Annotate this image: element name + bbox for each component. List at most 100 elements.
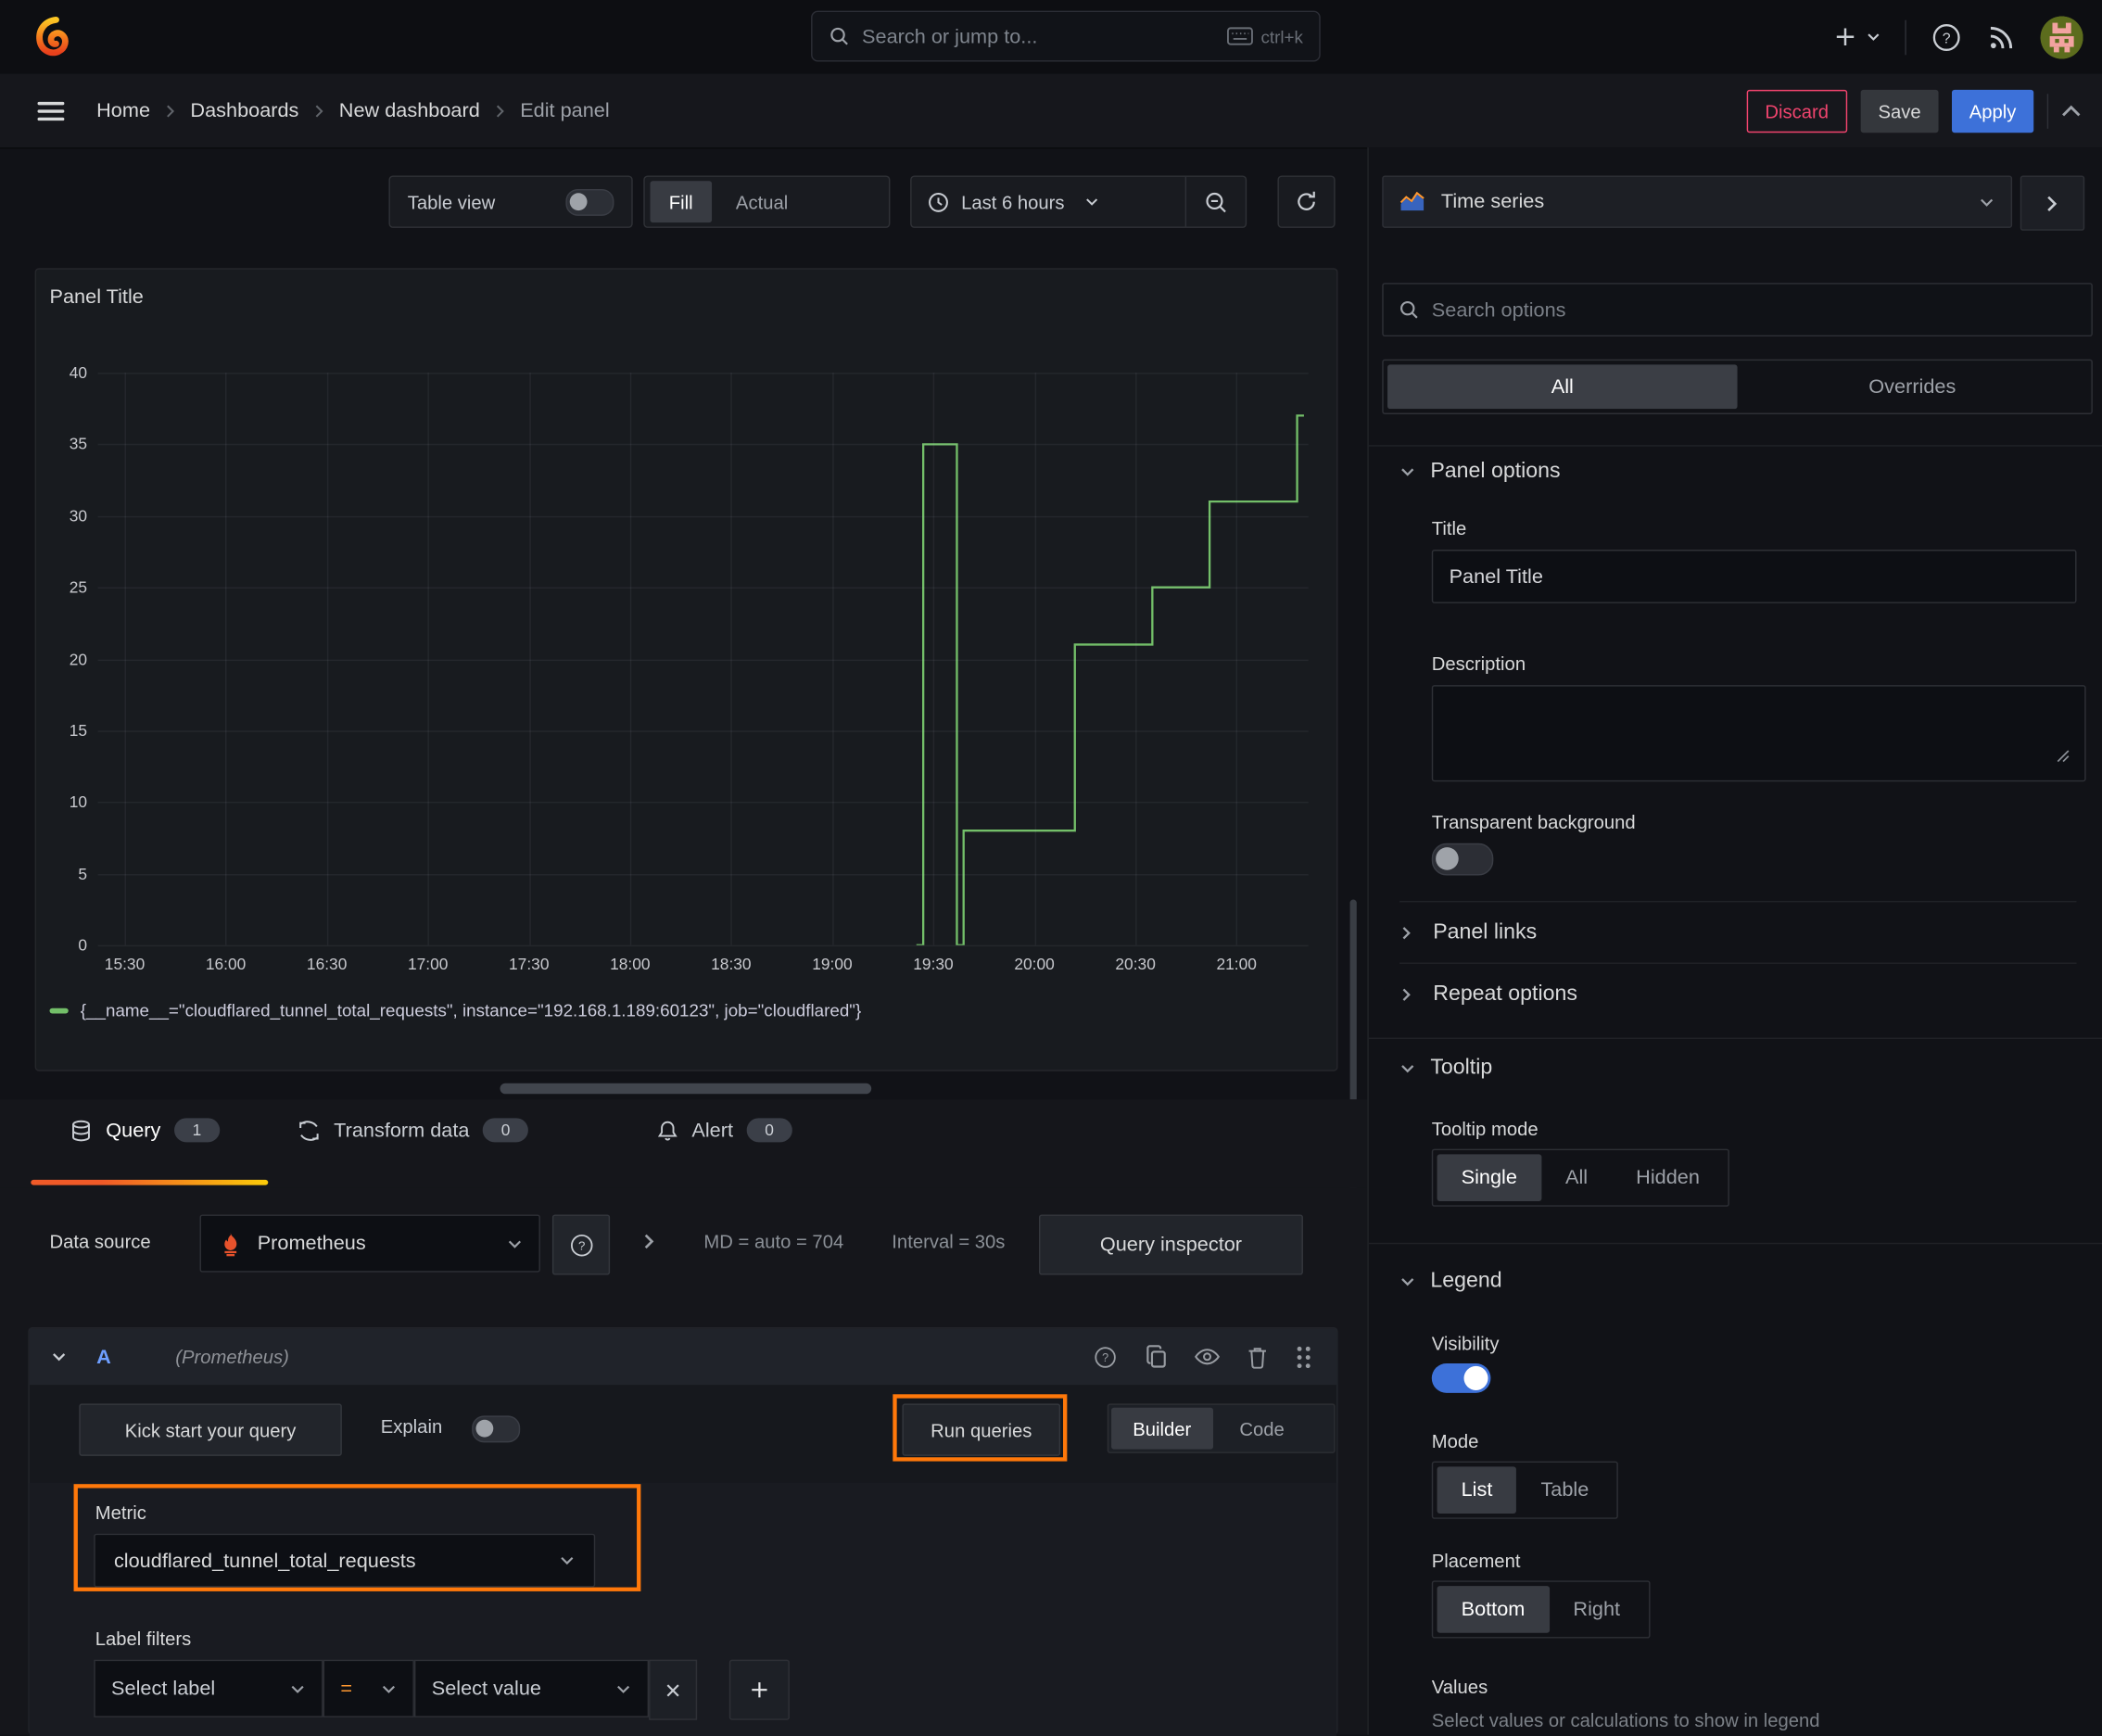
breadcrumb-separator-icon [496, 104, 504, 117]
tab-query[interactable]: Query 1 [70, 1118, 221, 1143]
interval: Interval = 30s [892, 1230, 1006, 1252]
duplicate-query-button[interactable] [1145, 1345, 1168, 1369]
time-range-picker[interactable]: Last 6 hours [912, 191, 1185, 212]
drag-query-handle[interactable] [1295, 1344, 1312, 1369]
chevron-down-icon [382, 1685, 396, 1693]
save-button[interactable]: Save [1860, 89, 1939, 133]
fill-option[interactable]: Fill [650, 181, 712, 223]
tab-overrides[interactable]: Overrides [1738, 364, 2088, 409]
legend-table-option[interactable]: Table [1516, 1466, 1613, 1514]
refresh-button[interactable] [1277, 175, 1336, 228]
grid-line [831, 373, 834, 945]
tab-transform-data[interactable]: Transform data 0 [298, 1118, 529, 1143]
chevron-right-icon [1402, 988, 1411, 1001]
grid-line [528, 373, 531, 945]
grid-line [97, 444, 1309, 446]
legend-visibility-toggle[interactable] [1431, 1363, 1491, 1393]
visualization-picker[interactable]: Time series [1382, 175, 2013, 228]
chevron-down-icon[interactable] [51, 1349, 67, 1364]
operator-dropdown[interactable]: = [323, 1659, 414, 1717]
grafana-logo[interactable] [30, 14, 75, 59]
query-row-header[interactable]: A (Prometheus) ? [29, 1328, 1337, 1386]
user-avatar[interactable] [2040, 15, 2083, 58]
description-textarea[interactable] [1431, 685, 2086, 782]
add-new-button[interactable] [1834, 25, 1881, 48]
grid-line [97, 515, 1309, 517]
builder-option[interactable]: Builder [1111, 1407, 1213, 1450]
breadcrumb-new-dashboard[interactable]: New dashboard [339, 99, 480, 122]
chevron-down-icon [508, 1239, 521, 1248]
datasource-picker[interactable]: Prometheus [199, 1214, 540, 1273]
legend-placement-label: Placement [1431, 1550, 1521, 1572]
code-option[interactable]: Code [1218, 1408, 1306, 1450]
x-tick-label: 16:00 [205, 954, 247, 974]
metric-label: Metric [95, 1502, 146, 1524]
editor-tabs: Query 1 Transform data 0 Alert 0 [0, 1099, 1368, 1188]
tab-all[interactable]: All [1387, 364, 1738, 410]
delete-query-button[interactable] [1247, 1345, 1268, 1369]
grip-icon [1297, 1346, 1311, 1368]
menu-toggle-button[interactable] [37, 100, 65, 121]
legend-item[interactable]: {__name__="cloudflared_tunnel_total_requ… [49, 1000, 861, 1020]
actual-option[interactable]: Actual [717, 181, 807, 222]
breadcrumb-dashboards[interactable]: Dashboards [190, 99, 298, 122]
tooltip-all-option[interactable]: All [1541, 1154, 1612, 1201]
placement-bottom-option[interactable]: Bottom [1437, 1586, 1550, 1633]
tab-alert[interactable]: Alert 0 [657, 1118, 792, 1143]
news-button[interactable] [1987, 22, 2017, 52]
apply-button[interactable]: Apply [1951, 89, 2034, 133]
legend-section-header[interactable]: Legend [1399, 1270, 1502, 1294]
kick-start-query-button[interactable]: Kick start your query [79, 1403, 342, 1456]
global-search-input[interactable]: Search or jump to... ctrl+k [811, 10, 1321, 62]
zoom-out-button[interactable] [1186, 177, 1246, 227]
help-button[interactable]: ? [1931, 20, 1963, 53]
repeat-options-section[interactable]: Repeat options [1399, 982, 1577, 1007]
explain-label: Explain [380, 1415, 443, 1438]
run-queries-button[interactable]: Run queries [902, 1403, 1061, 1456]
visualization-name: Time series [1440, 190, 1545, 213]
search-placeholder: Search or jump to... [862, 24, 1038, 48]
tooltip-hidden-option[interactable]: Hidden [1612, 1154, 1724, 1201]
y-tick-label: 0 [78, 935, 88, 955]
fill-actual-switch: Fill Actual [643, 175, 891, 228]
select-value-dropdown[interactable]: Select value [413, 1659, 650, 1717]
breadcrumb-home[interactable]: Home [96, 99, 150, 122]
help-icon: ? [570, 1234, 592, 1256]
select-label-dropdown[interactable]: Select label [94, 1659, 323, 1717]
metric-select[interactable]: cloudflared_tunnel_total_requests [94, 1533, 596, 1588]
query-help-button[interactable]: ? [1093, 1344, 1118, 1369]
tooltip-single-option[interactable]: Single [1437, 1154, 1541, 1201]
rss-icon [1990, 26, 2013, 48]
collapse-options-button[interactable] [2062, 105, 2081, 117]
query-row: A (Prometheus) ? Kick start your query E… [28, 1326, 1338, 1736]
panel-title: Panel Title [49, 285, 144, 309]
toggle-visibility-button[interactable] [1195, 1346, 1220, 1367]
legend-list-option[interactable]: List [1437, 1466, 1517, 1514]
panel-resize-handle[interactable] [500, 1083, 872, 1095]
placement-right-option[interactable]: Right [1549, 1586, 1644, 1633]
divider [1905, 19, 1906, 55]
discard-button[interactable]: Discard [1746, 89, 1848, 133]
transform-icon [299, 1120, 319, 1141]
viz-suggestions-button[interactable] [2020, 175, 2085, 231]
expand-options-button[interactable] [640, 1232, 656, 1250]
datasource-help-button[interactable]: ? [551, 1214, 611, 1275]
panel-options-header[interactable]: Panel options [1399, 460, 1561, 484]
explain-toggle[interactable] [472, 1415, 521, 1443]
grid-line [1236, 373, 1238, 945]
chevron-down-icon [291, 1685, 304, 1693]
query-inspector-button[interactable]: Query inspector [1038, 1214, 1303, 1275]
panel-title-input[interactable] [1431, 550, 2077, 603]
tooltip-section-header[interactable]: Tooltip [1399, 1057, 1492, 1081]
transparent-background-toggle[interactable] [1431, 843, 1494, 876]
remove-filter-button[interactable] [649, 1659, 698, 1720]
bell-icon [657, 1120, 677, 1140]
options-search-field[interactable]: Search options [1382, 283, 2093, 337]
table-view-toggle[interactable] [565, 188, 614, 216]
y-tick-label: 35 [69, 435, 88, 454]
legend-values-label: Values [1431, 1676, 1488, 1698]
panel-links-section[interactable]: Panel links [1399, 921, 1537, 945]
x-tick-label: 20:00 [1014, 954, 1055, 974]
datasource-name: Prometheus [257, 1232, 366, 1255]
add-filter-button[interactable] [728, 1659, 790, 1720]
